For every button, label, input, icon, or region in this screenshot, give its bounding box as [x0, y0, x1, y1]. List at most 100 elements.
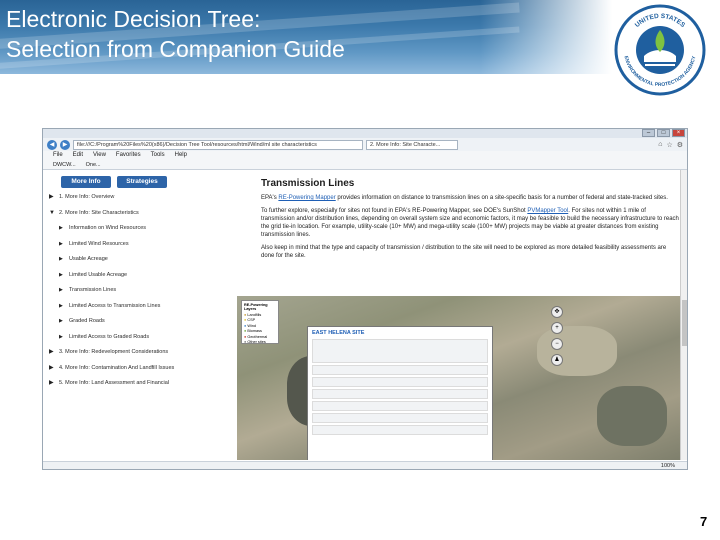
legend-item: ● Landfills — [244, 312, 262, 317]
popup-row — [312, 401, 488, 411]
title-line-2: Selection from Companion Guide — [6, 36, 345, 62]
sidebar-item-label: 4. More Info: Contamination And Landfill… — [59, 364, 175, 371]
scrollbar[interactable] — [680, 170, 687, 460]
menu-favorites[interactable]: Favorites — [116, 151, 141, 160]
popup-title: EAST HELENA SITE — [312, 330, 365, 336]
legend-item: ● Geothermal — [244, 334, 268, 339]
favorite-item[interactable]: DWCW... — [53, 160, 76, 169]
gear-icon[interactable]: ⚙ — [677, 141, 683, 149]
paragraph-text: EPA's — [261, 195, 279, 201]
repowering-mapper-link[interactable]: RE-Powering Mapper — [278, 195, 335, 201]
triangle-icon: ▶ — [59, 318, 63, 324]
triangle-icon: ▶ — [49, 194, 54, 200]
address-input[interactable]: file:///C:/Program%20Files%20(x86)/Decis… — [73, 139, 363, 150]
zoom-level[interactable]: 100% — [661, 462, 675, 469]
menu-edit[interactable]: Edit — [73, 151, 83, 160]
sidebar-item[interactable]: ▶ 1. More Info: Overview — [49, 194, 243, 201]
paragraph-2: To further explore, especially for sites… — [261, 207, 681, 239]
sidebar-item[interactable]: ▶ Limited Wind Resources — [59, 241, 243, 248]
menu-view[interactable]: View — [93, 151, 106, 160]
site-info-popup: EAST HELENA SITE — [307, 326, 493, 460]
triangle-icon: ▶ — [49, 364, 54, 371]
sidebar-item-label: 5. More Info: Land Assessment and Financ… — [59, 380, 170, 386]
triangle-icon: ▶ — [59, 287, 63, 293]
popup-row — [312, 425, 488, 435]
sidebar-item-label: Limited Usable Acreage — [69, 271, 128, 278]
map-view[interactable]: RE-Powering Layers ● Landfills ● CSP ● W… — [237, 296, 681, 460]
map-legend: RE-Powering Layers ● Landfills ● CSP ● W… — [241, 300, 279, 344]
favorite-item[interactable]: One... — [86, 160, 101, 169]
legend-title: RE-Powering Layers — [244, 303, 268, 311]
page-number: 7 — [700, 514, 708, 529]
expanded-triangle-icon: ▼ — [49, 209, 55, 216]
triangle-icon: ▶ — [59, 225, 63, 231]
strategies-button[interactable]: Strategies — [117, 176, 167, 188]
star-icon[interactable]: ☆ — [666, 141, 672, 149]
address-bar-row: ◀ ▶ file:///C:/Program%20Files%20(x86)/D… — [43, 138, 687, 151]
sidebar-item[interactable]: ▶ 5. More Info: Land Assessment and Finan… — [49, 380, 243, 387]
sidebar-item[interactable]: ▶ Transmission Lines — [59, 287, 243, 294]
sidebar-item[interactable]: ▶ Limited Access to Graded Roads — [59, 334, 243, 341]
sidebar-item-label: 2. More Info: Site Characteristics — [59, 209, 139, 216]
sidebar-list: ▶ 1. More Info: Overview ▼ 2. More Info: Si… — [47, 194, 243, 387]
pvmapper-link[interactable]: PVMapper Tool — [527, 208, 568, 214]
pegman-icon[interactable]: ♟ — [551, 354, 563, 366]
sidebar-item-label: Limited Wind Resources — [69, 240, 129, 247]
slide: Electronic Decision Tree: Selection from… — [0, 0, 720, 540]
sidebar-item-label: Limited Access to Transmission Lines — [69, 302, 161, 309]
popup-row — [312, 377, 488, 387]
compass-icon[interactable]: ✥ — [551, 306, 563, 318]
sidebar-item-label: Usable Acreage — [69, 256, 108, 262]
sidebar-item-label: Limited Access to Graded Roads — [69, 333, 150, 340]
menu-help[interactable]: Help — [175, 151, 187, 160]
close-icon[interactable]: × — [672, 129, 685, 137]
legend-item: ● CSP — [244, 318, 256, 322]
slide-title: Electronic Decision Tree: Selection from… — [6, 4, 345, 64]
paragraph-text: To further explore, especially for sites… — [261, 208, 528, 214]
triangle-icon: ▶ — [49, 380, 54, 386]
map-controls: ✥ + − ♟ — [551, 306, 563, 366]
legend-item: ● Other sites — [244, 340, 266, 344]
browser-tab[interactable]: 2. More Info: Site Characte... — [366, 139, 458, 150]
sidebar-item[interactable]: ▶ Graded Roads — [59, 318, 243, 325]
triangle-icon: ▶ — [49, 349, 54, 355]
sidebar-item-label: Transmission Lines — [69, 287, 117, 293]
maximize-icon[interactable]: □ — [657, 129, 670, 137]
sidebar-item[interactable]: ▶ 4. More Info: Contamination And Landfil… — [49, 365, 243, 372]
sidebar: More Info Strategies ▶ 1. More Info: Over… — [43, 170, 243, 460]
popup-row — [312, 389, 488, 399]
favorites-bar: DWCW... One... — [43, 160, 687, 170]
page-title: Transmission Lines — [261, 178, 355, 189]
popup-row — [312, 413, 488, 423]
triangle-icon: ▶ — [59, 271, 63, 278]
sidebar-item-label: 1. More Info: Overview — [59, 194, 115, 200]
menu-tools[interactable]: Tools — [151, 151, 165, 160]
triangle-icon: ▶ — [59, 256, 63, 262]
paragraph-3: Also keep in mind that the type and capa… — [261, 245, 667, 259]
sidebar-item[interactable]: ▼ 2. More Info: Site Characteristics — [49, 210, 243, 217]
epa-logo: UNITED STATES ENVIRONMENTAL PROTECTION A… — [614, 4, 706, 96]
sidebar-item-label: Graded Roads — [69, 318, 105, 324]
popup-row — [312, 339, 488, 363]
minimize-icon[interactable]: – — [642, 129, 655, 137]
home-icon[interactable]: ⌂ — [658, 141, 662, 149]
sidebar-item-label: 3. More Info: Redevelopment Consideratio… — [59, 349, 169, 355]
triangle-icon: ▶ — [59, 240, 63, 247]
sidebar-item-label: Information on Wind Resources — [69, 225, 147, 231]
sidebar-item[interactable]: ▶ 3. More Info: Redevelopment Considerati… — [49, 349, 243, 356]
back-icon[interactable]: ◀ — [47, 139, 57, 150]
menu-file[interactable]: File — [53, 151, 63, 160]
sidebar-item[interactable]: ▶ Limited Access to Transmission Lines — [59, 303, 243, 310]
more-info-button[interactable]: More Info — [61, 176, 111, 188]
sidebar-item[interactable]: ▶ Information on Wind Resources — [59, 225, 243, 232]
triangle-icon: ▶ — [59, 333, 63, 340]
zoom-out-icon[interactable]: − — [551, 338, 563, 350]
page-content: More Info Strategies ▶ 1. More Info: Over… — [43, 170, 687, 460]
triangle-icon: ▶ — [59, 302, 63, 309]
sidebar-item[interactable]: ▶ Usable Acreage — [59, 256, 243, 263]
sidebar-item[interactable]: ▶ Limited Usable Acreage — [59, 272, 243, 279]
browser-screenshot: – □ × ◀ ▶ file:///C:/Program%20Files%20(… — [42, 128, 688, 470]
forward-icon[interactable]: ▶ — [60, 139, 70, 150]
zoom-in-icon[interactable]: + — [551, 322, 563, 334]
status-bar: 100% — [43, 461, 687, 469]
